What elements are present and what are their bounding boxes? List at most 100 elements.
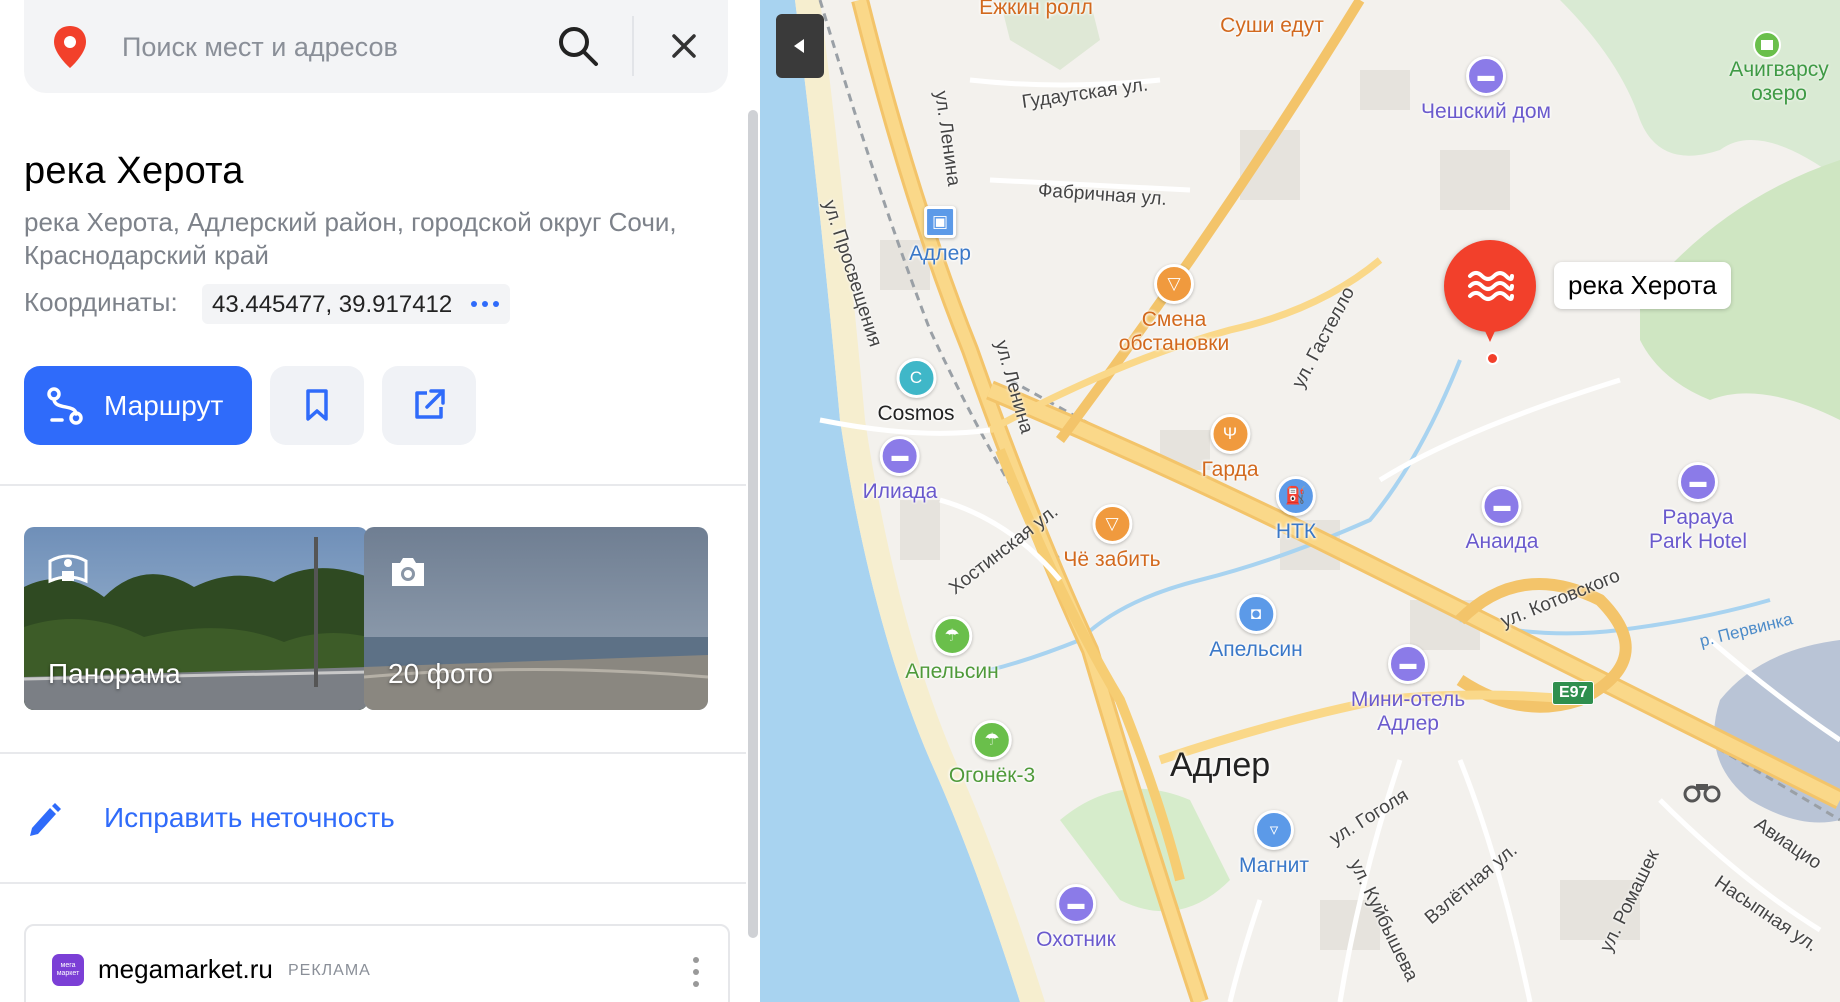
poi-label: Смена обстановки bbox=[1118, 308, 1230, 355]
place-title: река Херота bbox=[24, 150, 244, 192]
poi-label: Анаида bbox=[1465, 530, 1539, 553]
panorama-label: Панорама bbox=[48, 658, 181, 689]
lake-label[interactable]: Ачигварсу озеро bbox=[1718, 58, 1840, 106]
poi-label: Гарда bbox=[1201, 458, 1259, 481]
divider bbox=[0, 752, 748, 754]
hotel-icon: ▬ bbox=[1056, 884, 1096, 924]
route-icon bbox=[47, 387, 83, 425]
close-icon[interactable] bbox=[664, 26, 704, 66]
photos-tile[interactable]: 20 фото bbox=[364, 527, 708, 710]
search-icon[interactable] bbox=[554, 22, 602, 70]
selected-place-label[interactable]: река Херота bbox=[1554, 262, 1731, 309]
poi-apelsin-beach[interactable]: ☂ Апельсин bbox=[905, 616, 999, 684]
poi-ntk[interactable]: ⛽ НТК bbox=[1276, 476, 1316, 544]
poi-label: Апельсин bbox=[905, 660, 999, 683]
camera-icon bbox=[392, 558, 424, 586]
divider bbox=[0, 882, 748, 884]
poi-papaya-park-hotel[interactable]: ▬ Papaya Park Hotel bbox=[1643, 462, 1753, 554]
hotel-icon: ▬ bbox=[1388, 644, 1428, 684]
poi-sushi-edut[interactable]: Суши едут bbox=[1220, 14, 1324, 38]
fix-inaccuracy-label: Исправить неточность bbox=[104, 802, 395, 833]
ad-card[interactable]: мега маркет megamarket.ru РЕКЛАМА bbox=[24, 924, 730, 1002]
water-waves-icon bbox=[1468, 271, 1514, 301]
binoculars-icon bbox=[1683, 784, 1721, 803]
search-bar bbox=[24, 0, 728, 93]
fuel-icon: ⛽ bbox=[1275, 476, 1316, 516]
bar-icon: ▽ bbox=[1154, 264, 1194, 304]
poi-cheshsky-dom[interactable]: ▬ Чешский дом bbox=[1421, 56, 1551, 124]
poi-label: Илиада bbox=[862, 480, 938, 503]
city-label: Адлер bbox=[1170, 746, 1271, 784]
poi-label: Магнит bbox=[1238, 854, 1310, 877]
panorama-icon bbox=[48, 554, 88, 584]
poi-magnit[interactable]: ▿ Магнит bbox=[1239, 810, 1309, 878]
route-button-label: Маршрут bbox=[104, 390, 224, 421]
poi-label: Cosmos bbox=[877, 402, 955, 425]
search-divider bbox=[632, 16, 634, 76]
basket-icon: ▿ bbox=[1253, 810, 1294, 850]
collapse-panel-button[interactable] bbox=[776, 14, 824, 78]
hotel-icon: ▬ bbox=[879, 436, 920, 476]
place-card-panel: река Херота река Херота, Адлерский район… bbox=[0, 0, 760, 1002]
bookmark-icon bbox=[306, 389, 328, 421]
poi-label: Чешский дом bbox=[1421, 100, 1551, 123]
hotel-icon: ▬ bbox=[1465, 56, 1506, 96]
poi-mini-hotel-adler[interactable]: ▬ Мини-отель Адлер bbox=[1338, 644, 1478, 736]
route-button[interactable]: Маршрут bbox=[24, 366, 252, 445]
poi-cosmos[interactable]: C Cosmos bbox=[877, 358, 955, 426]
share-button[interactable] bbox=[382, 366, 476, 445]
cosmos-icon: C bbox=[896, 358, 936, 398]
poi-label: НТК bbox=[1275, 520, 1317, 543]
fix-inaccuracy-link[interactable]: Исправить неточность bbox=[24, 790, 724, 846]
shopping-bag-icon: ◘ bbox=[1235, 594, 1276, 634]
poi-garda[interactable]: Ψ Гарда bbox=[1201, 414, 1259, 482]
panorama-tile[interactable]: Панорама bbox=[24, 527, 368, 710]
divider bbox=[0, 484, 748, 486]
poi-adler-station[interactable]: ▣ Адлер bbox=[909, 206, 971, 266]
coordinates-box[interactable]: 43.445477, 39.917412 bbox=[202, 284, 510, 324]
pin-point bbox=[1486, 352, 1499, 365]
train-icon: ▣ bbox=[924, 206, 956, 238]
share-icon bbox=[415, 389, 445, 419]
poi-anaida[interactable]: ▬ Анаида bbox=[1465, 486, 1539, 554]
kebab-menu-icon[interactable] bbox=[686, 954, 706, 990]
poi-label: Охотник bbox=[1036, 928, 1116, 951]
more-dots-icon[interactable] bbox=[468, 292, 502, 316]
hotel-icon: ▬ bbox=[1678, 462, 1718, 502]
poi-ezhkin-roll[interactable]: Ежкин ролл bbox=[979, 0, 1093, 20]
poi-label: Адлер bbox=[909, 242, 971, 265]
search-input[interactable] bbox=[120, 20, 544, 74]
photos-label: 20 фото bbox=[388, 658, 493, 689]
pencil-icon bbox=[30, 803, 61, 836]
megamarket-logo: мега маркет bbox=[52, 954, 84, 986]
ad-domain[interactable]: megamarket.ru bbox=[98, 954, 273, 985]
poi-iliada[interactable]: ▬ Илиада bbox=[862, 436, 938, 504]
poi-ogonek-3[interactable]: ☂ Огонёк-3 bbox=[949, 720, 1035, 788]
poi-label: Огонёк-3 bbox=[948, 764, 1036, 787]
beach-icon: ☂ bbox=[971, 720, 1012, 760]
highway-badge: E97 bbox=[1552, 681, 1595, 705]
park-icon bbox=[1753, 31, 1781, 59]
hotel-icon: ▬ bbox=[1481, 486, 1522, 526]
poi-okhotnik[interactable]: ▬ Охотник bbox=[1036, 884, 1116, 952]
scrollbar-thumb[interactable] bbox=[748, 110, 758, 938]
bar-icon: ▽ bbox=[1091, 504, 1132, 544]
coordinates-label: Координаты: bbox=[24, 287, 178, 317]
poi-label: Апельсин bbox=[1209, 638, 1303, 661]
poi-che-zabit[interactable]: ▽ Чё забить bbox=[1063, 504, 1161, 572]
restaurant-icon: Ψ bbox=[1209, 414, 1250, 454]
coordinates-value[interactable]: 43.445477, 39.917412 bbox=[212, 291, 452, 319]
poi-label: Чё забить bbox=[1063, 548, 1161, 571]
location-pin-icon bbox=[54, 26, 86, 68]
beach-icon: ☂ bbox=[931, 616, 972, 656]
bookmark-button[interactable] bbox=[270, 366, 364, 445]
ad-tag: РЕКЛАМА bbox=[288, 962, 371, 979]
place-address: река Херота, Адлерский район, городской … bbox=[24, 207, 677, 270]
poi-smena-obstanovki[interactable]: ▽ Смена обстановки bbox=[1109, 264, 1239, 356]
poi-label: Papaya Park Hotel bbox=[1648, 506, 1748, 553]
map-view[interactable]: ул. Просвещения ул. Ленина ул. Ленина Гу… bbox=[760, 0, 1840, 1002]
panel-scrollbar[interactable] bbox=[746, 110, 760, 1002]
selected-place-pin[interactable] bbox=[1444, 240, 1536, 342]
poi-label: Мини-отель Адлер bbox=[1350, 688, 1466, 735]
poi-apelsin-shop[interactable]: ◘ Апельсин bbox=[1209, 594, 1303, 662]
